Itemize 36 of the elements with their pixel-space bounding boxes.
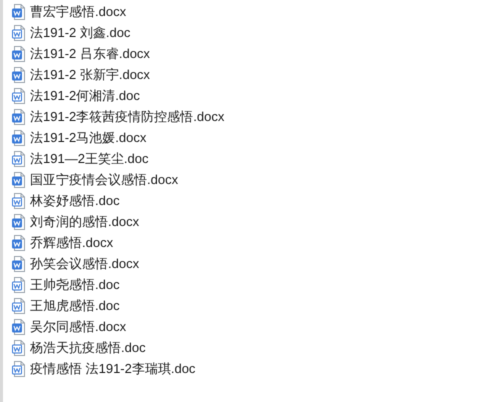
word-document-icon bbox=[12, 24, 26, 40]
file-item[interactable]: 王帅尧感悟.doc bbox=[12, 274, 228, 295]
word-document-icon bbox=[12, 234, 26, 250]
word-document-icon bbox=[12, 108, 26, 124]
word-document-icon bbox=[12, 214, 26, 230]
file-item[interactable]: 法191-2 张新宇.docx bbox=[12, 64, 228, 85]
word-document-icon bbox=[12, 276, 26, 292]
word-document-icon bbox=[12, 46, 26, 62]
file-item[interactable]: 杨浩天抗疫感悟.doc bbox=[12, 337, 228, 358]
word-document-icon bbox=[12, 130, 26, 146]
file-item[interactable]: 曹宏宇感悟.docx bbox=[12, 1, 228, 22]
word-document-icon bbox=[12, 4, 26, 20]
file-item[interactable]: 法191—2王笑尘.doc bbox=[12, 148, 228, 169]
word-document-icon bbox=[12, 88, 26, 104]
file-item[interactable]: 法191-2何湘清.doc bbox=[12, 85, 228, 106]
file-item[interactable]: 孙笑会议感悟.docx bbox=[12, 253, 228, 274]
file-item[interactable]: 刘奇润的感悟.docx bbox=[12, 211, 228, 232]
file-item[interactable]: 疫情感悟 法191-2李瑞琪.doc bbox=[12, 358, 228, 379]
file-item[interactable]: 国亚宁疫情会议感悟.docx bbox=[12, 169, 228, 190]
file-item[interactable]: 乔辉感悟.docx bbox=[12, 232, 228, 253]
file-item[interactable]: 林姿妤感悟.doc bbox=[12, 190, 228, 211]
word-document-icon bbox=[12, 66, 26, 82]
file-item[interactable]: 王旭虎感悟.doc bbox=[12, 295, 228, 316]
file-item[interactable]: 法191-2马池媛.docx bbox=[12, 127, 228, 148]
word-document-icon bbox=[12, 172, 26, 188]
word-document-icon bbox=[12, 256, 26, 272]
word-document-icon bbox=[12, 192, 26, 208]
file-item[interactable]: 吴尔同感悟.docx bbox=[12, 316, 228, 337]
word-document-icon bbox=[12, 298, 26, 314]
word-document-icon bbox=[12, 150, 26, 166]
file-item[interactable]: 法191-2李筱茜疫情防控感悟.docx bbox=[12, 106, 228, 127]
file-item[interactable]: 法191-2 刘鑫.doc bbox=[12, 22, 228, 43]
word-document-icon bbox=[12, 318, 26, 334]
word-document-icon bbox=[12, 360, 26, 376]
file-item[interactable]: 法191-2 吕东睿.docx bbox=[12, 43, 228, 64]
word-document-icon bbox=[12, 340, 26, 356]
